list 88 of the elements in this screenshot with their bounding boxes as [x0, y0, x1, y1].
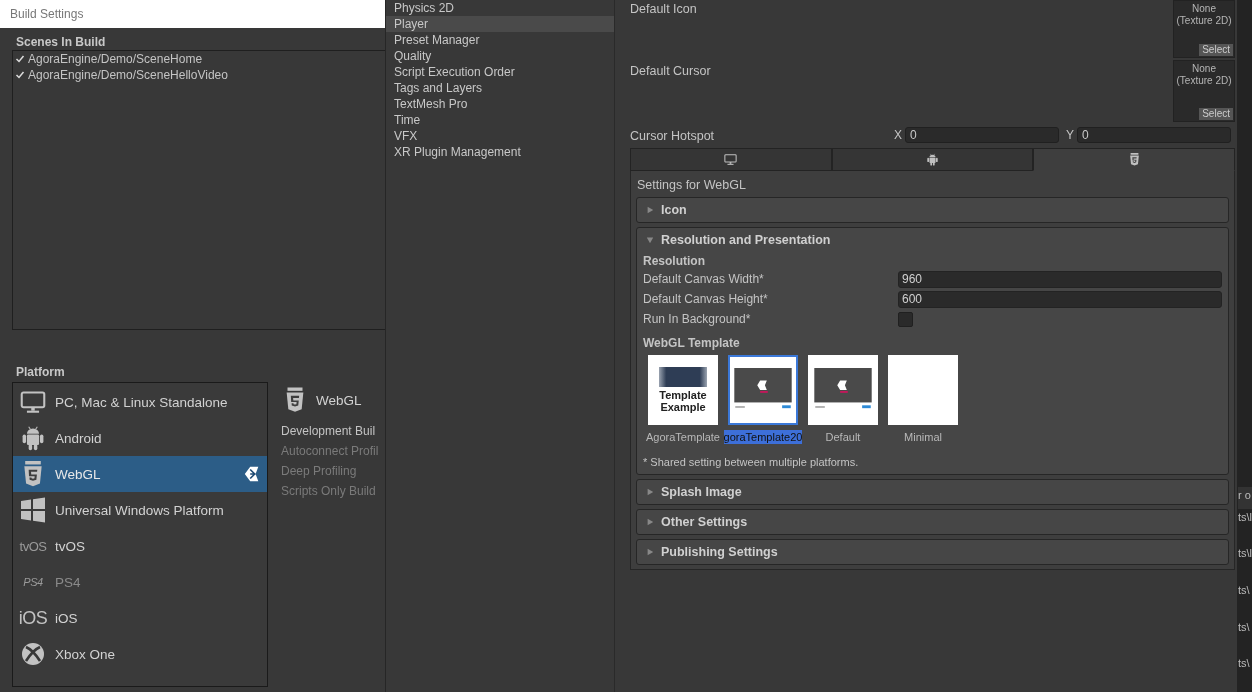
- number-field[interactable]: 960: [898, 270, 1222, 288]
- field-label: Default Canvas Height*: [643, 292, 769, 306]
- windows-icon: [20, 497, 46, 523]
- platform-item[interactable]: Universal Windows Platform: [13, 492, 267, 528]
- android-icon: [926, 153, 939, 166]
- x-field[interactable]: 0: [905, 127, 1059, 143]
- number-field[interactable]: 600: [898, 290, 1222, 308]
- foldout-header[interactable]: Icon: [637, 198, 1228, 222]
- platform-title: WebGL: [316, 392, 362, 408]
- category-item[interactable]: Quality: [386, 48, 614, 64]
- template-thumbnail[interactable]: [808, 355, 878, 425]
- collapsed-triangle-icon: [646, 518, 654, 526]
- select-button[interactable]: Select: [1199, 108, 1233, 120]
- foldout-header[interactable]: Other Settings: [637, 510, 1228, 534]
- texture-field[interactable]: None (Texture 2D) Select: [1173, 60, 1235, 122]
- texture-value: (Texture 2D): [1176, 15, 1232, 27]
- texture-value: None: [1192, 63, 1216, 75]
- platform-logo: tvOS: [19, 538, 47, 554]
- category-item[interactable]: Physics 2D: [386, 0, 614, 16]
- platform-item[interactable]: Xbox One: [13, 636, 267, 672]
- foldout-header[interactable]: Resolution and Presentation: [637, 228, 1228, 252]
- scene-path: AgoraEngine/Demo/SceneHelloVideo: [28, 68, 228, 82]
- banner-icon: [659, 367, 707, 387]
- html5-shield-icon: [1127, 153, 1141, 166]
- settings-title: Settings for WebGL: [636, 177, 747, 193]
- template-name: goraTemplate20: [723, 430, 803, 444]
- group-heading: Resolution: [643, 253, 706, 269]
- field-label: Default Canvas Width*: [643, 272, 765, 286]
- platform-item[interactable]: Android: [13, 420, 267, 456]
- path-fragment: ts\l: [1238, 546, 1252, 562]
- template-thumbnail[interactable]: [728, 355, 798, 425]
- thumbnail-caption: Template Example: [658, 389, 708, 413]
- category-item[interactable]: TextMesh Pro: [386, 96, 614, 112]
- axis-label: X: [893, 128, 902, 142]
- template-thumbnail[interactable]: Template Example: [648, 355, 718, 425]
- checkbox[interactable]: [898, 311, 913, 327]
- section-heading: Platform: [15, 364, 66, 380]
- collapsed-triangle-icon: [646, 206, 654, 214]
- monitor-icon: [724, 153, 738, 166]
- template-name: Minimal: [904, 430, 942, 444]
- platform-tab[interactable]: [1033, 148, 1235, 171]
- category-item[interactable]: Player: [386, 16, 614, 32]
- platform-item[interactable]: iOS iOS: [13, 600, 267, 636]
- platform-logo: PS4: [23, 576, 43, 588]
- collapsed-triangle-icon: [646, 488, 654, 496]
- platform-item[interactable]: PC, Mac & Linux Standalone: [13, 384, 267, 420]
- group-heading: WebGL Template: [643, 335, 741, 351]
- category-item[interactable]: Tags and Layers: [386, 80, 614, 96]
- monitor-icon: [20, 389, 46, 415]
- path-fragment: ts\: [1238, 656, 1251, 672]
- texture-value: None: [1192, 3, 1216, 15]
- field-label: Default Icon: [630, 1, 697, 18]
- field-label: Cursor Hotspot: [630, 128, 715, 143]
- category-item[interactable]: Script Execution Order: [386, 64, 614, 80]
- template-thumbnail[interactable]: [888, 355, 958, 425]
- scene-path: AgoraEngine/Demo/SceneHome: [28, 52, 203, 66]
- template-name: AgoraTemplate: [646, 430, 720, 444]
- field-label: Default Cursor: [630, 63, 711, 80]
- path-fragment: ts\l: [1238, 509, 1252, 525]
- path-fragment: ts\: [1238, 583, 1251, 599]
- expanded-triangle-icon: [646, 236, 654, 244]
- build-option[interactable]: Development Buil: [281, 421, 379, 441]
- field-label: Run In Background*: [643, 312, 752, 326]
- category-item[interactable]: XR Plugin Management: [386, 144, 614, 160]
- texture-value: (Texture 2D): [1176, 75, 1232, 87]
- collapsed-triangle-icon: [646, 548, 654, 556]
- html5-shield-icon: [285, 387, 305, 413]
- footnote: * Shared setting between multiple platforms.: [643, 456, 860, 468]
- category-item[interactable]: VFX: [386, 128, 614, 144]
- foldout-header[interactable]: Splash Image: [637, 480, 1228, 504]
- path-fragment: ts\: [1238, 619, 1251, 635]
- path-fragment: r o: [1238, 487, 1252, 509]
- category-item[interactable]: Time: [386, 112, 614, 128]
- unity-icon: [243, 465, 261, 483]
- select-button[interactable]: Select: [1199, 44, 1233, 56]
- platform-logo: iOS: [18, 607, 48, 629]
- xbox-icon: [20, 641, 46, 667]
- texture-field[interactable]: None (Texture 2D) Select: [1173, 0, 1235, 58]
- category-item[interactable]: Preset Manager: [386, 32, 614, 48]
- android-icon: [20, 425, 46, 451]
- platform-item[interactable]: tvOS tvOS: [13, 528, 267, 564]
- section-heading: Scenes In Build: [15, 34, 107, 50]
- platform-item[interactable]: WebGL: [13, 456, 267, 492]
- foldout-header[interactable]: Publishing Settings: [637, 540, 1228, 564]
- window-title: Build Settings: [10, 7, 84, 21]
- template-name: Default: [825, 430, 861, 444]
- y-field[interactable]: 0: [1077, 127, 1231, 143]
- axis-label: Y: [1066, 128, 1074, 142]
